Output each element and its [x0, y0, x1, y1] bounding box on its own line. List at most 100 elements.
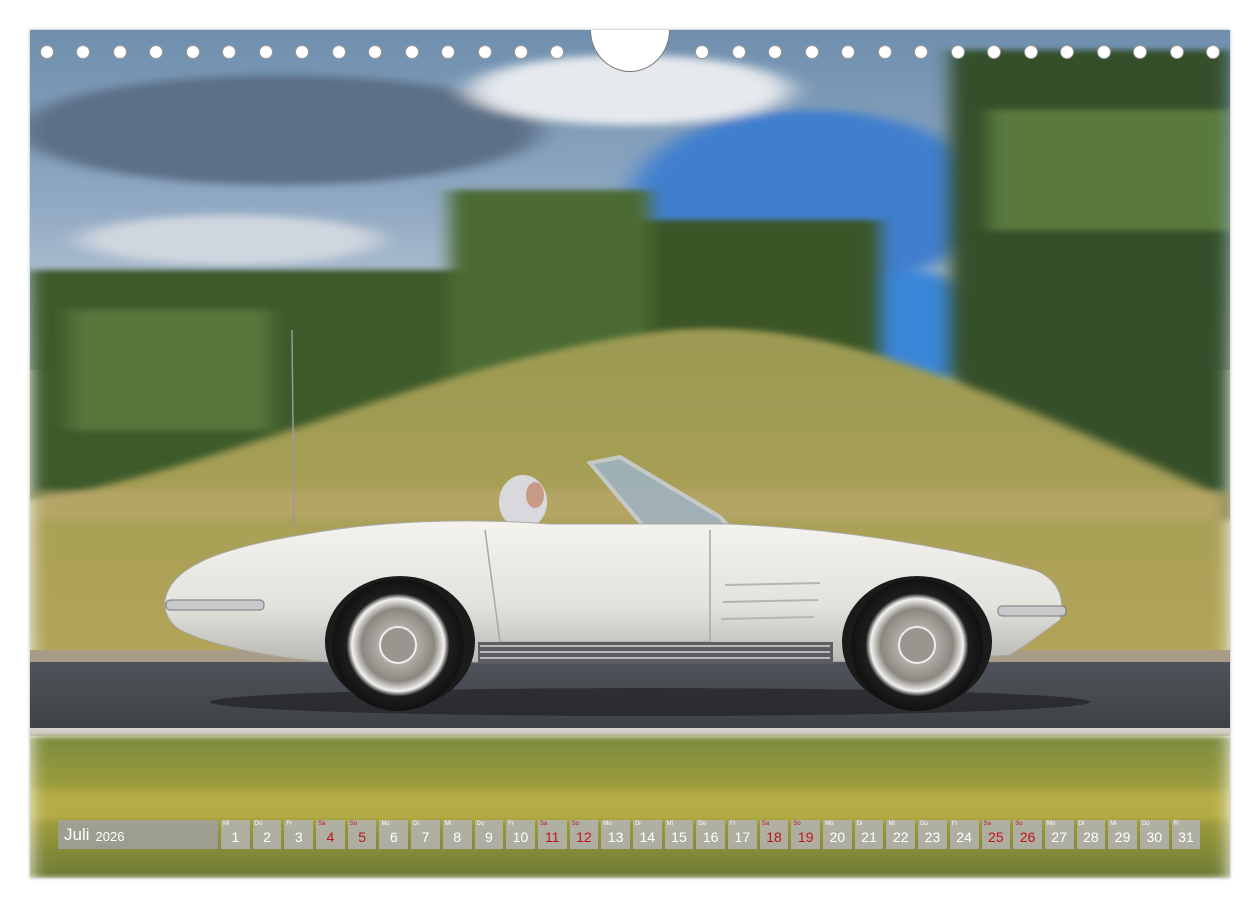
binding-hole: [550, 45, 564, 59]
day-cell: Mo 13: [601, 820, 630, 849]
weekday-label: Do: [1141, 821, 1150, 827]
calendar-page: Juli 2026 Mi 1 Do 2 Fr 3 Sa 4 So 5 Mo 6 Di 7 Mi 8 Do 9 Fr 1…: [30, 30, 1230, 878]
day-number: 29: [1114, 829, 1131, 845]
weekday-label: Di: [1078, 821, 1085, 827]
day-number: 19: [797, 829, 814, 845]
day-cell: Fr 31: [1171, 820, 1201, 849]
day-number: 20: [829, 829, 846, 845]
day-number: 18: [766, 829, 782, 845]
weekday-label: Mo: [603, 821, 612, 827]
day-number: 2: [263, 829, 271, 845]
day-number: 12: [576, 829, 592, 845]
day-cell: Mo 27: [1044, 820, 1074, 849]
binding-hole: [40, 45, 54, 59]
day-cell: Di 21: [854, 820, 884, 849]
binding-hole: [1206, 45, 1220, 59]
day-cell: So 5: [347, 820, 377, 849]
day-cell: Mi 1: [221, 820, 250, 849]
day-cell: Sa 25: [981, 820, 1011, 849]
binding-hole: [295, 45, 309, 59]
weekday-label: Mi: [1110, 821, 1117, 827]
binding-hole: [1024, 45, 1038, 59]
weekday-label: Do: [920, 821, 928, 827]
day-cell: Sa 4: [316, 820, 345, 849]
weekday-label: Sa: [539, 821, 548, 827]
weekday-label: Fr: [730, 821, 736, 827]
day-cell: Mi 8: [442, 820, 472, 849]
weekday-label: Di: [856, 821, 863, 827]
day-cell: Di 7: [411, 820, 440, 849]
day-number: 15: [671, 829, 687, 845]
day-number: 9: [484, 829, 493, 845]
binding-hole: [1170, 45, 1184, 59]
day-number: 3: [294, 829, 303, 845]
day-number: 28: [1083, 829, 1099, 845]
day-cell: Mi 22: [886, 820, 916, 849]
binding-hole: [732, 45, 746, 59]
weekday-label: Mi: [444, 821, 452, 827]
day-number: 23: [924, 829, 941, 845]
day-number: 31: [1178, 829, 1194, 845]
day-number: 26: [1019, 829, 1036, 845]
weekday-label: Fr: [951, 821, 958, 827]
day-number: 7: [421, 829, 430, 845]
day-number: 22: [892, 829, 909, 845]
day-number: 4: [326, 829, 335, 845]
day-cell: Do 23: [918, 820, 947, 849]
binding-hole: [878, 45, 892, 59]
binding-hole: [514, 45, 528, 59]
weekday-label: So: [571, 821, 579, 827]
weekday-label: Do: [698, 821, 706, 827]
binding-hole: [368, 45, 382, 59]
weekday-label: Di: [413, 821, 419, 827]
day-cell: Do 9: [474, 820, 504, 849]
weekday-label: Mi: [666, 821, 673, 827]
day-cell: So 26: [1013, 820, 1042, 849]
weekday-label: Sa: [761, 821, 770, 827]
day-cell: Di 14: [632, 820, 662, 849]
binding-hole: [914, 45, 928, 59]
month-name: Juli: [64, 824, 90, 844]
weekday-label: Fr: [1173, 821, 1180, 827]
day-number: 6: [389, 829, 398, 845]
weekday-label: So: [349, 821, 358, 827]
binding-hole: [186, 45, 200, 59]
weekday-label: So: [793, 821, 801, 827]
weekday-label: Mi: [888, 821, 895, 827]
binding-hole: [76, 45, 90, 59]
month-year: 2026: [95, 828, 125, 844]
day-number: 8: [453, 829, 462, 845]
day-number: 30: [1146, 829, 1163, 845]
day-number: 1: [231, 829, 240, 845]
day-cell: So 19: [791, 820, 821, 849]
day-cell: Mo 6: [379, 820, 409, 849]
day-cell: Fr 10: [506, 820, 535, 849]
weekday-label: Sa: [318, 821, 326, 827]
weekday-label: Sa: [983, 821, 991, 827]
binding-hole: [113, 45, 127, 59]
binding-hole: [332, 45, 346, 59]
day-cell: Sa 11: [537, 820, 567, 849]
binding-hole: [1060, 45, 1074, 59]
binding-hole: [1133, 45, 1147, 59]
day-cell: Sa 18: [759, 820, 789, 849]
binding-hole: [478, 45, 492, 59]
day-cell: Fr 17: [728, 820, 757, 849]
binding-hole: [841, 45, 855, 59]
day-number: 25: [988, 829, 1004, 845]
day-number: 16: [702, 829, 719, 845]
binding-hole: [951, 45, 965, 59]
weekday-label: Fr: [508, 821, 514, 827]
day-number: 5: [358, 829, 366, 845]
day-cell: Fr 24: [949, 820, 979, 849]
day-number: 24: [956, 829, 972, 845]
day-cell: Mo 20: [823, 820, 852, 849]
day-number: 21: [861, 829, 877, 845]
day-cell: Di 28: [1076, 820, 1106, 849]
day-cell: Do 2: [252, 820, 282, 849]
day-cell: Do 30: [1139, 820, 1169, 849]
weekday-label: Mo: [1046, 821, 1056, 827]
weekday-label: Do: [254, 821, 263, 827]
day-number: 10: [512, 829, 529, 845]
calendar-bar: Juli 2026 Mi 1 Do 2 Fr 3 Sa 4 So 5 Mo 6 Di 7 Mi 8 Do 9 Fr 1…: [58, 820, 1201, 849]
